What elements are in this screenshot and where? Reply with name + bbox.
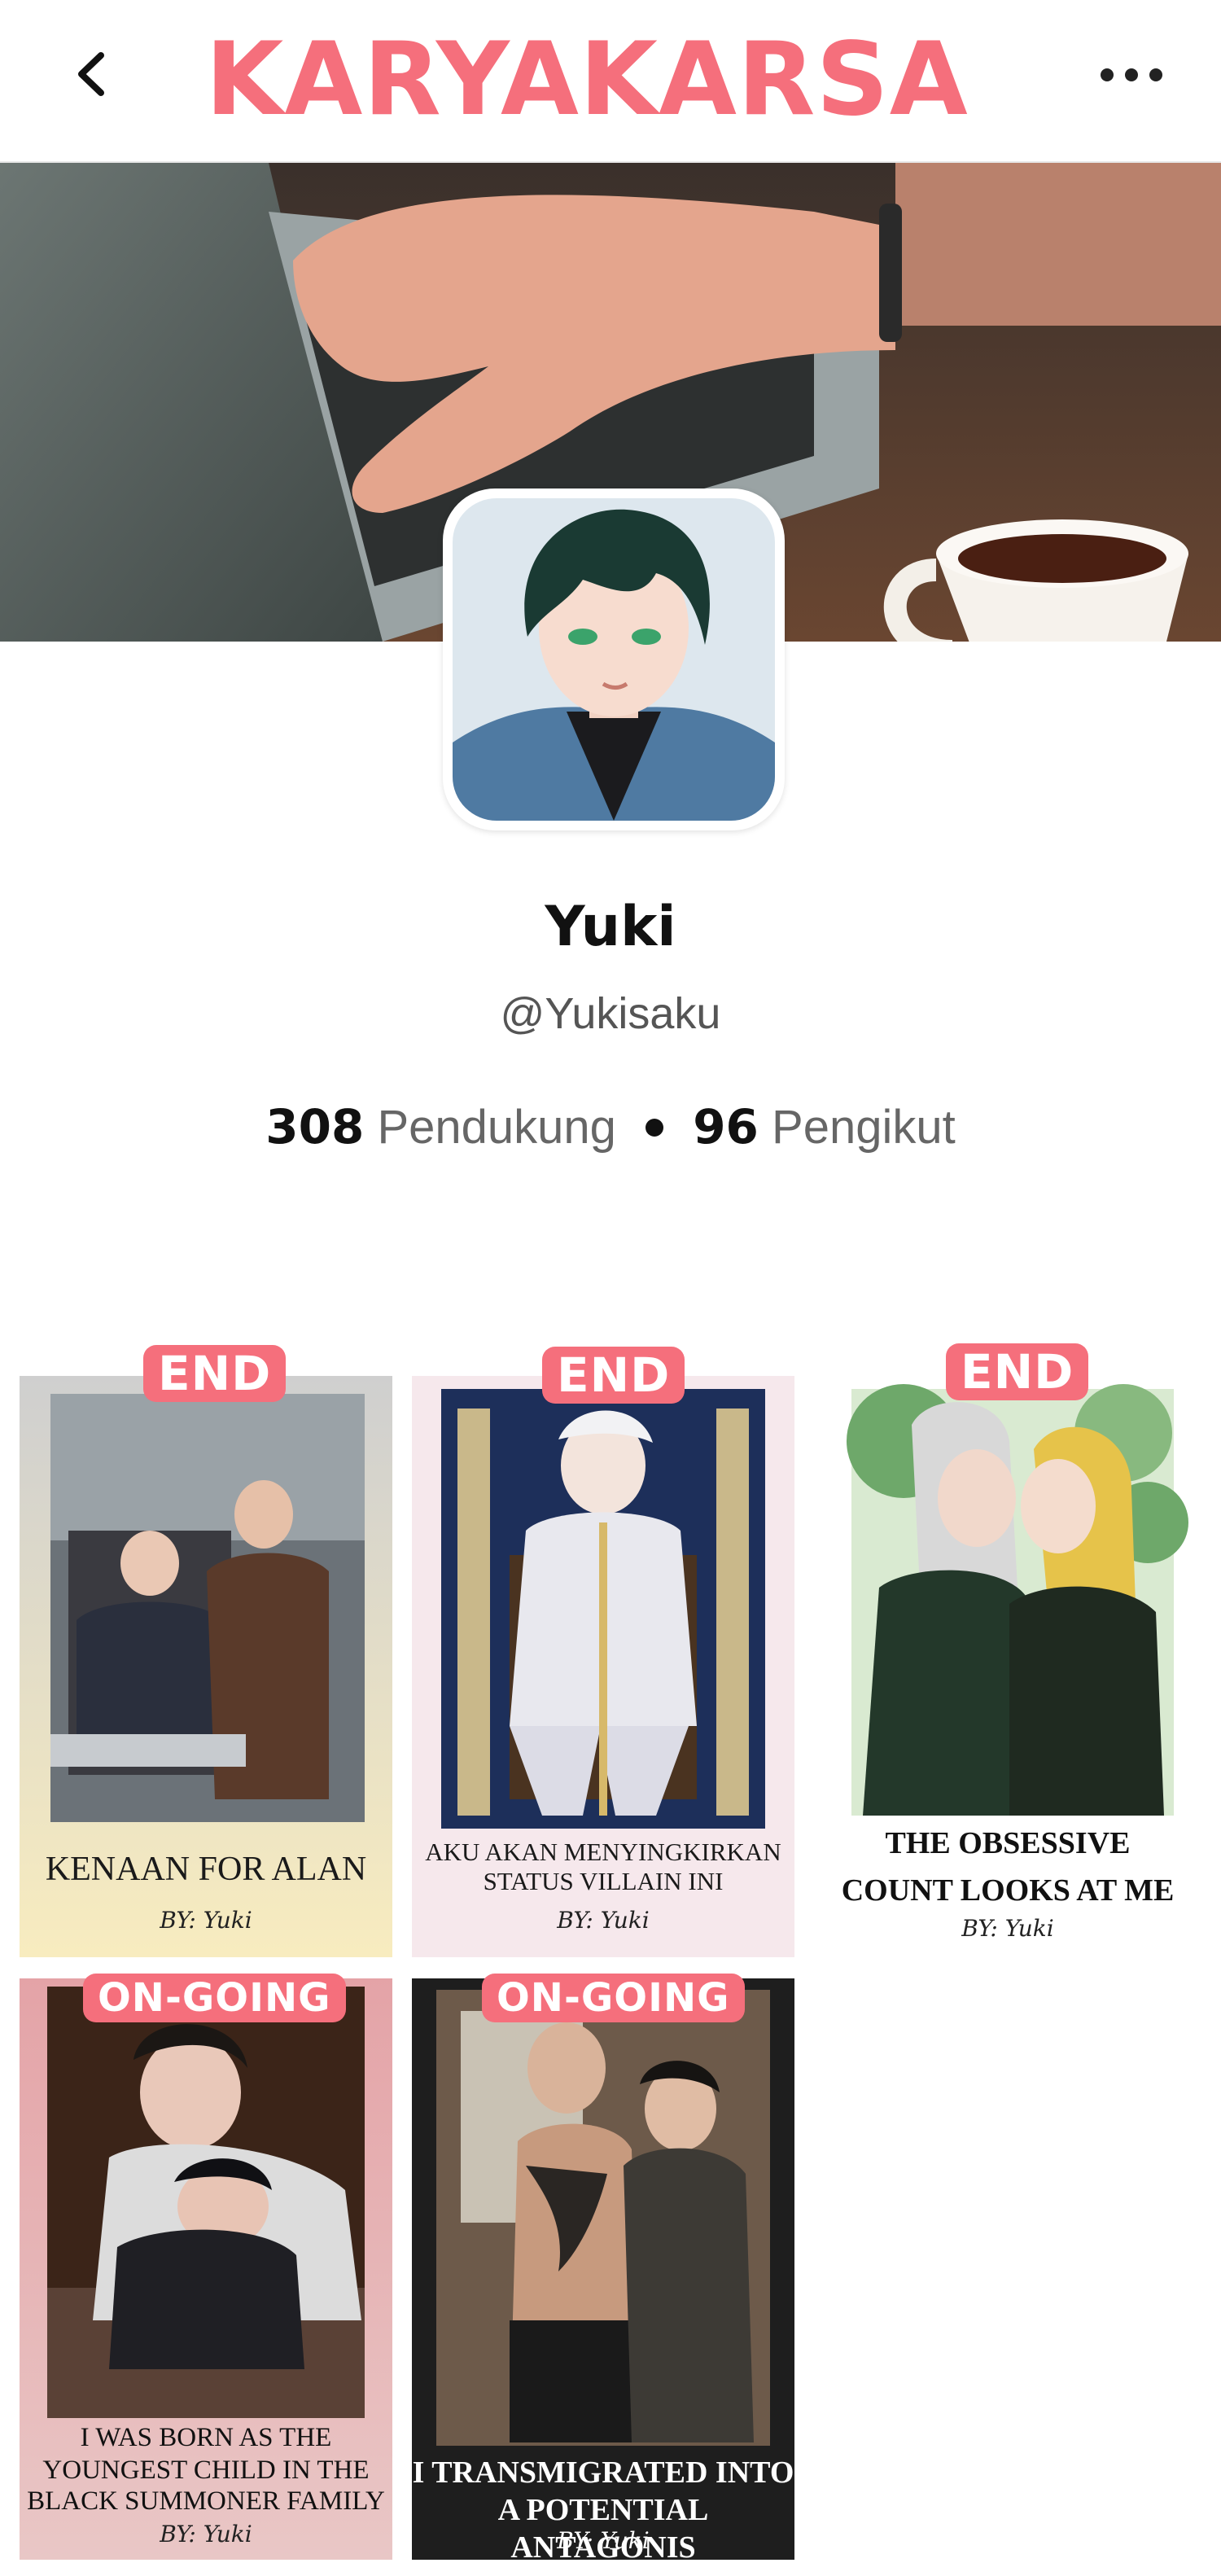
status-badge: END	[946, 1343, 1089, 1400]
work-byline: BY: Yuki	[961, 1915, 1054, 1942]
work-byline: BY: Yuki	[557, 1907, 650, 1934]
profile-stats: 308 Pendukung 96 Pengikut	[0, 1096, 1221, 1159]
status-badge: END	[143, 1345, 287, 1402]
work-title-line1: THE OBSESSIVE	[885, 1826, 1131, 1860]
work-card[interactable]: END KENAAN FOR ALAN BY: Yuki	[20, 1345, 392, 1957]
work-card[interactable]: END THE OBSESSIVE COUNT LOOKS AT ME BY: …	[814, 1343, 1201, 1957]
chevron-left-icon	[78, 52, 104, 96]
work-title-line1: I TRANSMIGRATED INTO	[412, 2456, 794, 2490]
status-badge: ON-GOING	[482, 1974, 745, 2022]
work-card[interactable]: END AKU AKAN MENYINGKIRKAN STATUS VILLAI…	[412, 1347, 794, 1957]
work-title-line1: AKU AKAN MENYINGKIRKAN	[425, 1838, 781, 1866]
profile-name: Yuki	[545, 895, 676, 959]
work-title-line1: I WAS BORN AS THE	[80, 2423, 332, 2452]
avatar-image	[453, 498, 775, 821]
brand-logo: KARYAKARSA	[205, 21, 969, 138]
separator-dot	[646, 1118, 664, 1137]
work-cover	[847, 1384, 1188, 1816]
supporters-label[interactable]: Pendukung	[377, 1101, 615, 1154]
profile-handle: @Yukisaku	[500, 989, 721, 1038]
work-byline: BY: Yuki	[160, 1907, 252, 1934]
work-card[interactable]: ON-GOING I WAS BORN AS THE YOUNGEST CHIL…	[20, 1974, 392, 2560]
followers-count: 96	[693, 1099, 759, 1154]
back-button[interactable]	[63, 39, 120, 109]
supporters-count: 308	[265, 1099, 365, 1154]
work-title: KENAAN FOR ALAN	[45, 1851, 367, 1888]
work-byline: BY: Yuki	[160, 2521, 252, 2548]
more-options-button[interactable]	[1097, 57, 1166, 90]
followers-label[interactable]: Pengikut	[772, 1101, 956, 1154]
work-title-line2: COUNT LOOKS AT ME	[841, 1873, 1175, 1908]
work-byline: BY: Yuki	[557, 2527, 650, 2554]
status-badge: ON-GOING	[83, 1974, 346, 2022]
work-card[interactable]: ON-GOING I TRANSMIGRATED INTO A POTENTIA…	[412, 1974, 794, 2565]
top-app-bar: KARYAKARSA	[0, 0, 1221, 163]
profile-avatar[interactable]	[443, 488, 785, 830]
status-badge: END	[542, 1347, 685, 1404]
work-title-line2: STATUS VILLAIN INI	[483, 1867, 724, 1895]
work-title-line2: YOUNGEST CHILD IN THE	[42, 2456, 370, 2485]
work-title-line3: BLACK SUMMONER FAMILY	[27, 2486, 385, 2516]
